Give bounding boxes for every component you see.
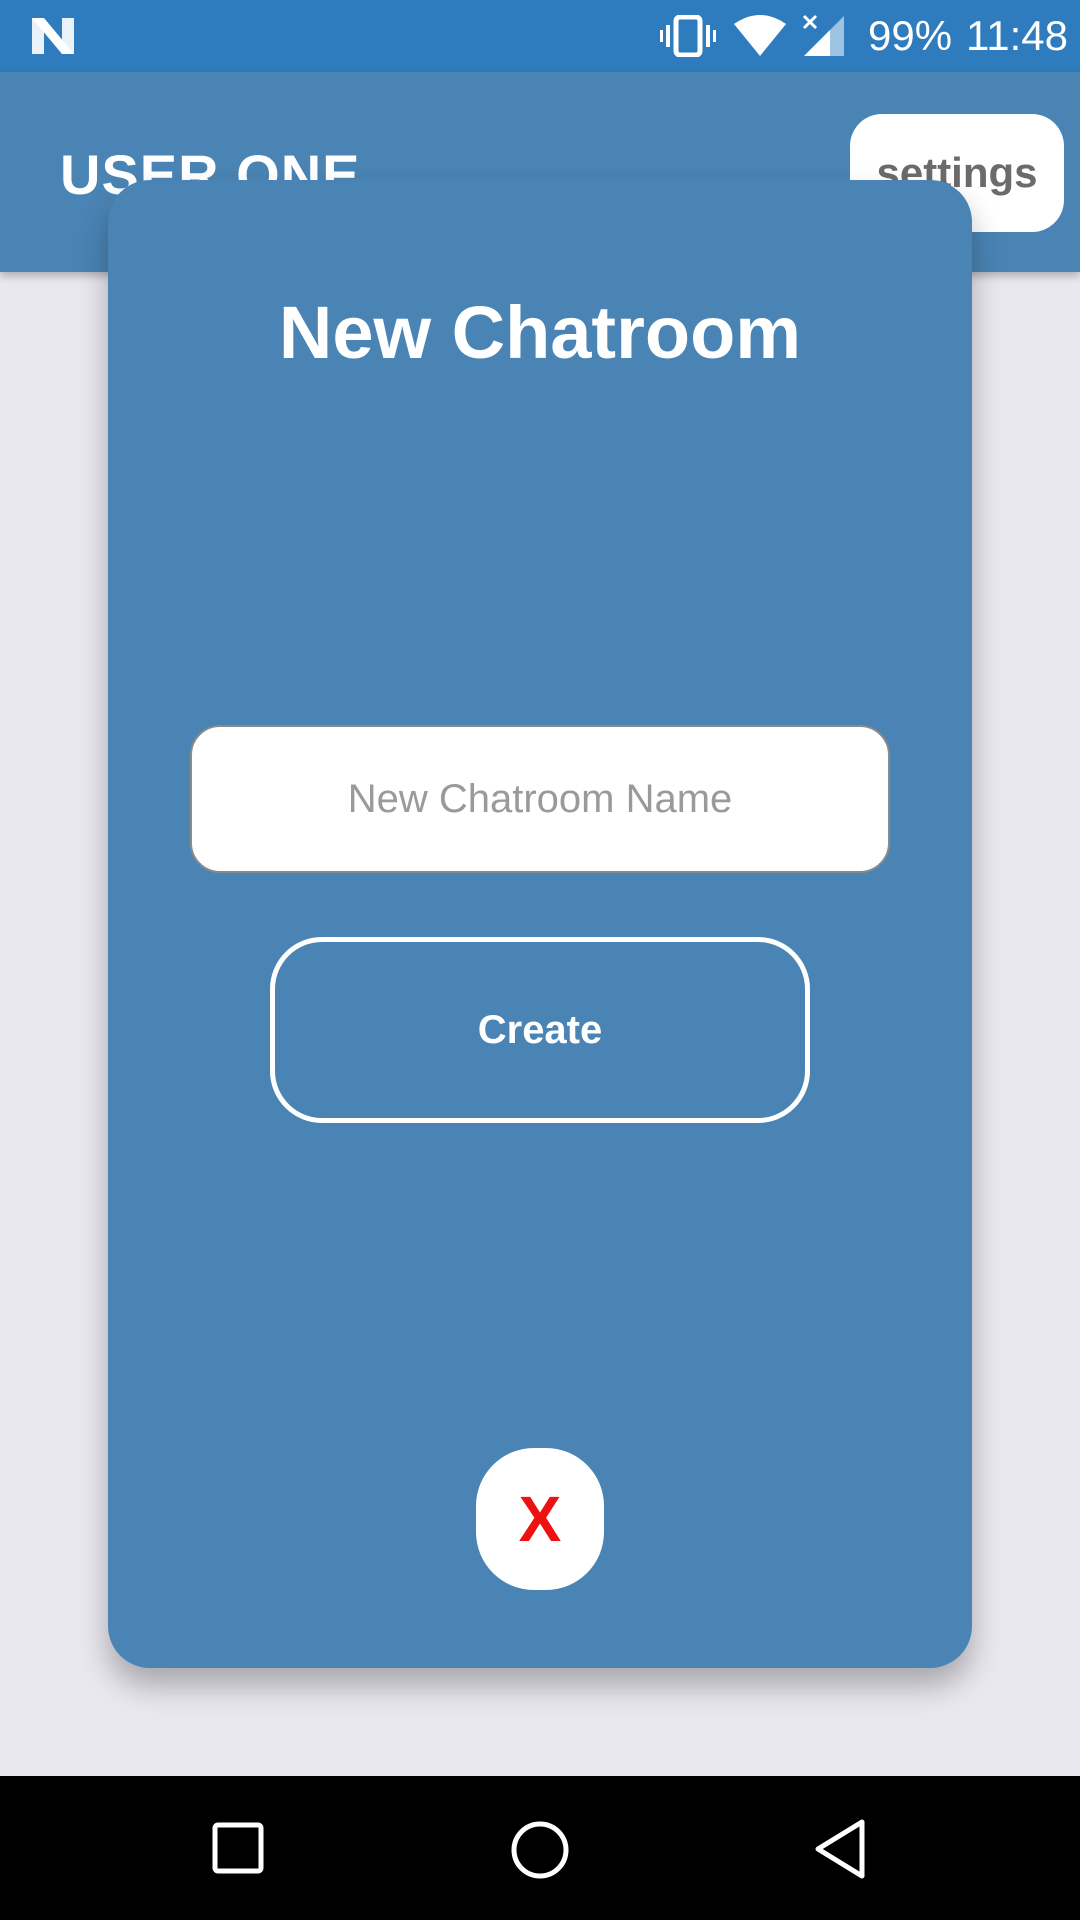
vibrate-icon [660,14,716,62]
back-icon[interactable] [812,1818,868,1885]
close-button[interactable]: X [476,1448,604,1590]
wifi-icon [732,14,788,63]
n-logo-icon [30,16,76,61]
create-button[interactable]: Create [270,937,810,1123]
home-icon[interactable] [510,1820,570,1885]
status-bar: 99% 11:48 [0,0,1080,72]
clock: 11:48 [966,12,1068,59]
nav-bar [0,1776,1080,1920]
battery-percent: 99% [868,12,953,59]
recents-icon[interactable] [212,1822,264,1879]
signal-icon [800,14,846,63]
new-chatroom-modal: New Chatroom Create X [108,180,972,1668]
chatroom-name-input[interactable] [190,725,890,873]
modal-title: New Chatroom [278,291,802,374]
